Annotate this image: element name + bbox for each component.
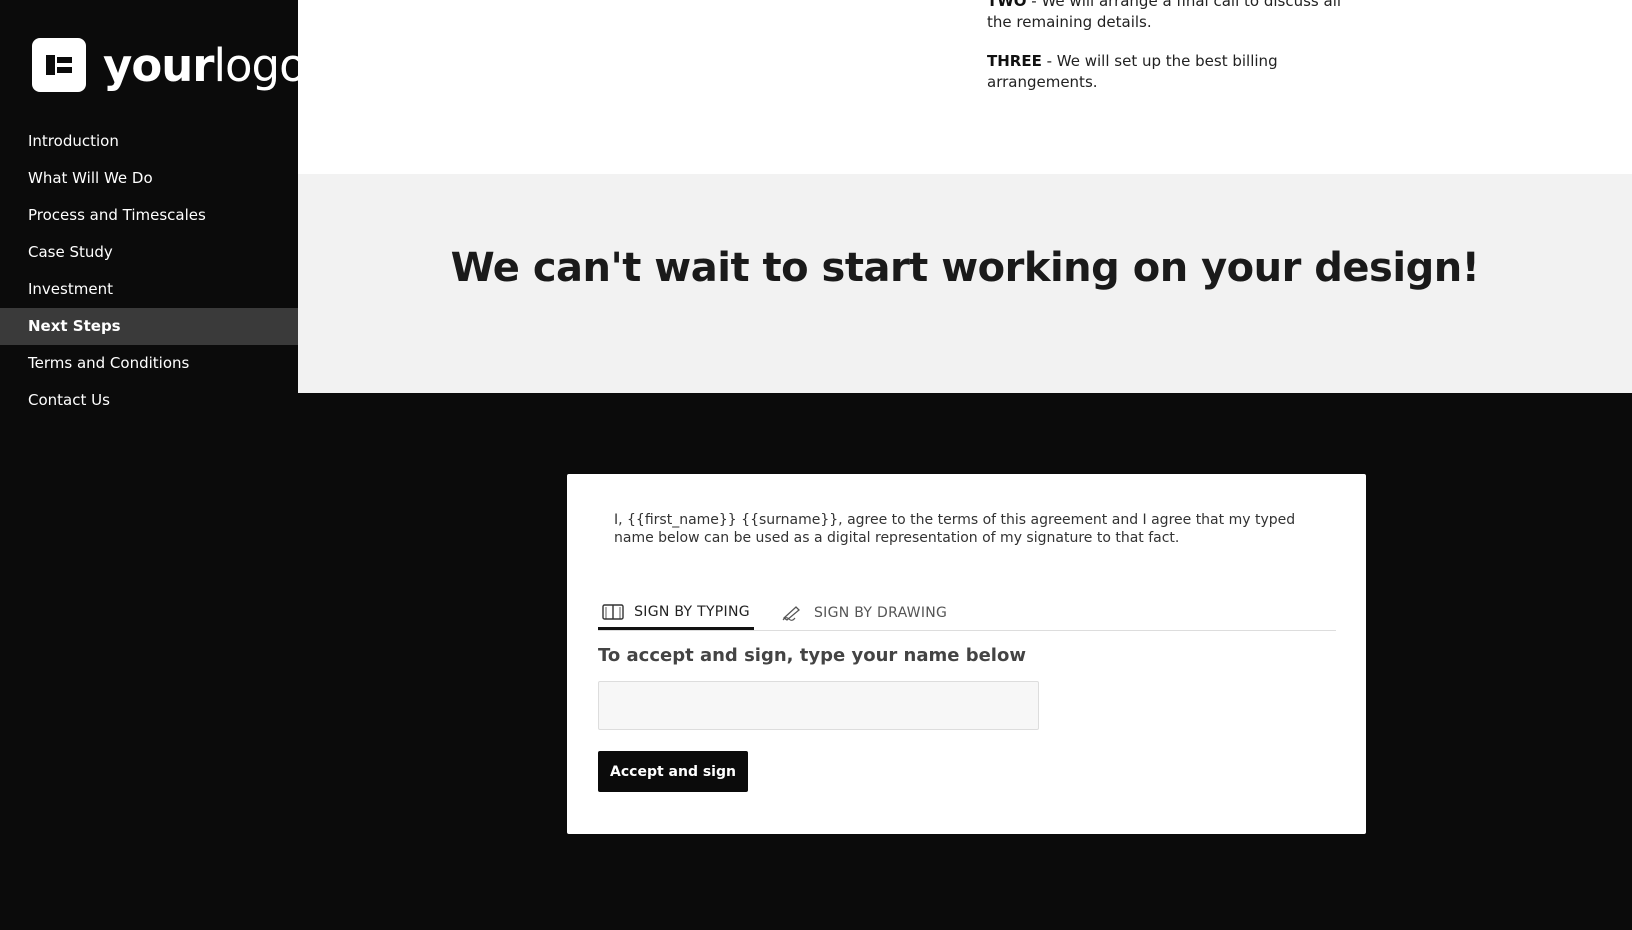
accept-and-sign-button[interactable]: Accept and sign bbox=[598, 751, 748, 792]
tab-sign-by-typing-label: SIGN BY TYPING bbox=[634, 604, 750, 620]
pen-icon bbox=[782, 605, 804, 621]
sign-prompt: To accept and sign, type your name below bbox=[598, 645, 1026, 666]
next-steps-section: TWO - We will arrange a final call to di… bbox=[298, 0, 1632, 174]
tab-sign-by-drawing-label: SIGN BY DRAWING bbox=[814, 605, 948, 621]
nav-item-process-and-timescales[interactable]: Process and Timescales bbox=[0, 197, 298, 234]
signature-name-input[interactable] bbox=[598, 681, 1039, 730]
logo-icon bbox=[32, 38, 86, 92]
sidebar: yourlogo Introduction What Will We Do Pr… bbox=[0, 0, 307, 930]
logo[interactable]: yourlogo bbox=[32, 38, 307, 92]
step-three-label: THREE bbox=[987, 52, 1042, 70]
nav-item-terms-and-conditions[interactable]: Terms and Conditions bbox=[0, 345, 298, 382]
logo-text-light: logo bbox=[213, 38, 306, 92]
nav-item-case-study[interactable]: Case Study bbox=[0, 234, 298, 271]
cta-section: We can't wait to start working on your d… bbox=[298, 174, 1632, 393]
step-two-text: - We will arrange a final call to discus… bbox=[987, 0, 1342, 31]
step-three: THREE - We will set up the best billing … bbox=[987, 51, 1367, 93]
cta-title: We can't wait to start working on your d… bbox=[450, 245, 1480, 291]
signature-tabs: SIGN BY TYPING SIGN BY DRAWING bbox=[598, 597, 1336, 631]
nav-item-next-steps[interactable]: Next Steps bbox=[0, 308, 298, 345]
main-content: TWO - We will arrange a final call to di… bbox=[298, 0, 1632, 930]
nav-item-contact-us[interactable]: Contact Us bbox=[0, 382, 298, 419]
nav-item-what-will-we-do[interactable]: What Will We Do bbox=[0, 160, 298, 197]
step-two-label: TWO bbox=[987, 0, 1027, 10]
tab-sign-by-drawing[interactable]: SIGN BY DRAWING bbox=[782, 597, 947, 629]
logo-text-bold: your bbox=[103, 38, 214, 92]
signature-section: I, {{first_name}} {{surname}}, agree to … bbox=[298, 393, 1632, 930]
nav-item-introduction[interactable]: Introduction bbox=[0, 123, 298, 160]
sidebar-nav: Introduction What Will We Do Process and… bbox=[0, 123, 298, 419]
agreement-text: I, {{first_name}} {{surname}}, agree to … bbox=[614, 512, 1296, 546]
tab-sign-by-typing[interactable]: SIGN BY TYPING bbox=[598, 597, 754, 630]
logo-text: yourlogo bbox=[103, 43, 307, 88]
signature-card: I, {{first_name}} {{surname}}, agree to … bbox=[567, 474, 1366, 834]
nav-item-investment[interactable]: Investment bbox=[0, 271, 298, 308]
keyboard-icon bbox=[602, 604, 624, 620]
step-two: TWO - We will arrange a final call to di… bbox=[987, 0, 1367, 33]
